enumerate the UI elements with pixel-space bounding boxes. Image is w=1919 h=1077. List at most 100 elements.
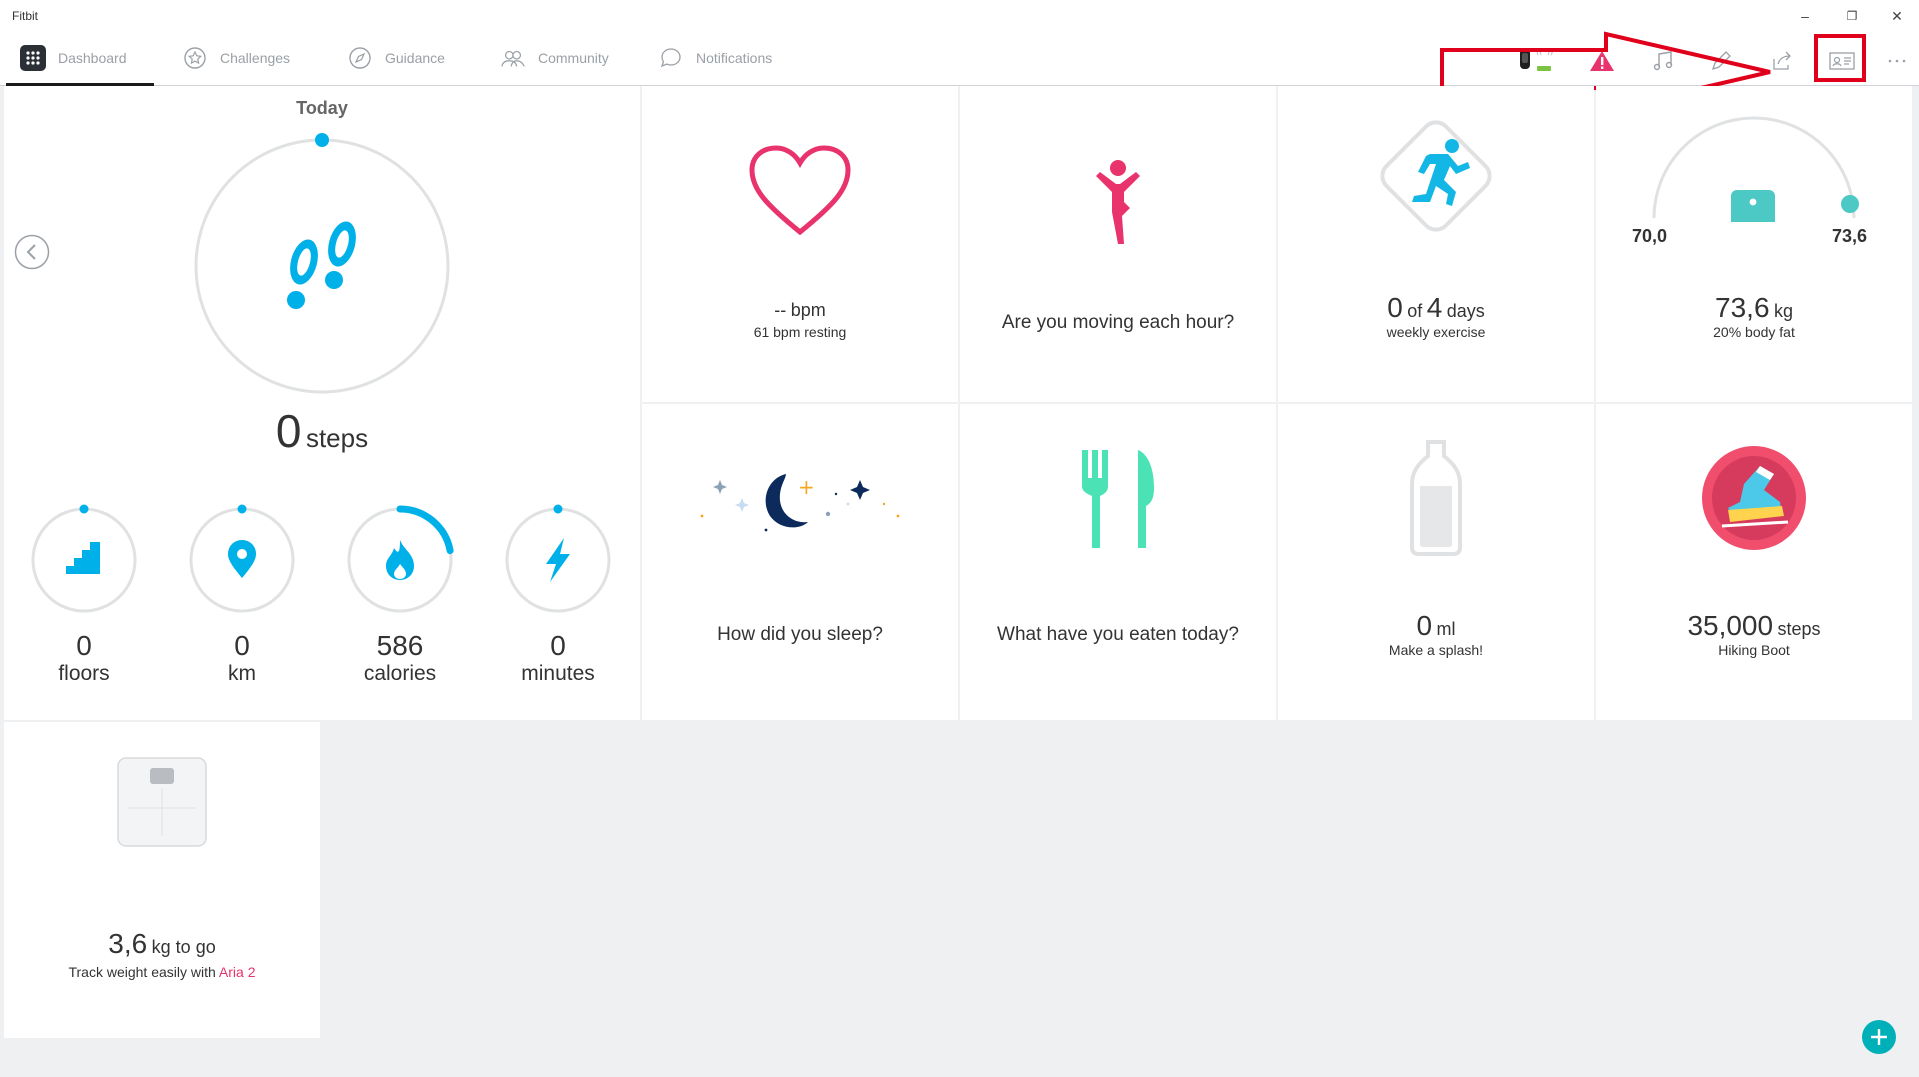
water-label: Make a splash! bbox=[1388, 642, 1484, 658]
minimize-button[interactable]: – bbox=[1785, 4, 1825, 28]
heart-rate-unit: bpm bbox=[790, 300, 826, 320]
calories-label: calories bbox=[363, 662, 437, 685]
water-unit: ml bbox=[1436, 619, 1456, 639]
restore-button[interactable]: ❐ bbox=[1832, 4, 1872, 28]
hourly-activity-card[interactable]: Are you moving each hour? bbox=[960, 86, 1276, 402]
aria-link[interactable]: Aria 2 bbox=[219, 964, 256, 980]
floors-value: 0 bbox=[76, 630, 92, 661]
badge-card[interactable]: 35,000 steps Hiking Boot bbox=[1596, 404, 1912, 720]
plus-icon bbox=[1871, 1029, 1887, 1045]
svg-text:((•)): ((•)) bbox=[1536, 47, 1553, 56]
svg-text:+: + bbox=[798, 475, 815, 499]
water-bottle-icon bbox=[1410, 440, 1462, 556]
badge-unit: steps bbox=[1777, 619, 1821, 639]
tab-dashboard-label: Dashboard bbox=[58, 50, 127, 66]
add-tile-button[interactable] bbox=[1862, 1020, 1896, 1054]
exercise-goal: 4 bbox=[1426, 292, 1443, 323]
moon-stars-icon: + bbox=[700, 474, 900, 532]
badge-value: 35,000 bbox=[1687, 610, 1774, 641]
sleep-question: How did you sleep? bbox=[717, 624, 883, 645]
star-badge-icon bbox=[182, 45, 208, 71]
people-icon bbox=[500, 45, 526, 71]
food-question: What have you eaten today? bbox=[997, 624, 1239, 645]
fork-knife-icon bbox=[1082, 450, 1154, 548]
steps-unit: steps bbox=[305, 423, 369, 453]
aria-scale-card[interactable]: 3,6 kg to go Track weight easily with Ar… bbox=[4, 722, 320, 1038]
tab-notifications[interactable]: Notifications bbox=[658, 30, 772, 86]
alert-icon[interactable] bbox=[1585, 44, 1619, 78]
tab-dashboard[interactable]: Dashboard bbox=[6, 30, 154, 86]
weight-gauge-max: 73,6 bbox=[1832, 226, 1868, 246]
pen-icon[interactable] bbox=[1704, 44, 1738, 78]
profile-card-icon[interactable] bbox=[1825, 44, 1859, 78]
km-progress-ring[interactable] bbox=[188, 504, 296, 613]
badge-label: Hiking Boot bbox=[1718, 642, 1790, 658]
minutes-value: 0 bbox=[550, 630, 566, 661]
moving-person-icon bbox=[1096, 160, 1140, 244]
minutes-progress-ring[interactable] bbox=[504, 504, 612, 613]
exercise-of: of bbox=[1407, 301, 1423, 321]
exercise-unit: days bbox=[1446, 301, 1485, 321]
chevron-left-icon bbox=[14, 234, 50, 270]
close-button[interactable]: ✕ bbox=[1877, 4, 1917, 28]
share-icon[interactable] bbox=[1765, 44, 1799, 78]
tab-challenges[interactable]: Challenges bbox=[182, 30, 290, 86]
more-icon[interactable] bbox=[1880, 44, 1914, 78]
steps-progress-ring bbox=[194, 133, 450, 394]
exercise-label: weekly exercise bbox=[1386, 324, 1486, 340]
resting-heart-rate: 61 bpm resting bbox=[753, 324, 847, 340]
compass-icon bbox=[347, 45, 373, 71]
aria-scale-icon bbox=[117, 757, 207, 847]
weight-to-go-unit: kg to go bbox=[151, 937, 216, 957]
tab-community[interactable]: Community bbox=[500, 30, 609, 86]
tab-challenges-label: Challenges bbox=[220, 50, 291, 66]
tracker-sync-icon[interactable]: ((•)) bbox=[1512, 44, 1556, 78]
steps-card[interactable]: Today 0 steps 0 floors 0 km 586 calories… bbox=[4, 86, 640, 720]
minutes-label: minutes bbox=[521, 662, 595, 685]
calories-progress-ring[interactable] bbox=[345, 504, 455, 615]
floors-progress-ring[interactable] bbox=[30, 504, 138, 613]
music-icon[interactable] bbox=[1646, 44, 1680, 78]
tab-guidance-label: Guidance bbox=[385, 50, 445, 66]
lightning-icon bbox=[546, 538, 570, 582]
scale-icon bbox=[1731, 190, 1775, 222]
weight-unit: kg bbox=[1773, 301, 1793, 321]
food-card[interactable]: What have you eaten today? bbox=[960, 404, 1276, 720]
period-label: Today bbox=[296, 98, 348, 118]
weight-gauge bbox=[1652, 116, 1859, 222]
body-fat-label: 20% body fat bbox=[1713, 324, 1795, 340]
km-value: 0 bbox=[234, 630, 250, 661]
water-value: 0 bbox=[1416, 610, 1433, 641]
exercise-diamond-icon bbox=[1380, 120, 1492, 232]
nav-bar: Dashboard Challenges Guidance Community … bbox=[0, 30, 1919, 86]
steps-total: 0 steps bbox=[4, 404, 640, 458]
chat-bubble-icon bbox=[658, 45, 684, 71]
floors-label: floors bbox=[58, 662, 110, 685]
title-bar: Fitbit – ❐ ✕ bbox=[0, 0, 1919, 30]
heart-rate-value: -- bbox=[774, 300, 787, 320]
previous-day-button[interactable] bbox=[14, 234, 50, 270]
water-card[interactable]: 0 ml Make a splash! bbox=[1278, 404, 1594, 720]
steps-value: 0 bbox=[275, 405, 302, 457]
tab-community-label: Community bbox=[538, 50, 609, 66]
stairs-icon bbox=[66, 542, 100, 574]
hiking-boot-badge-icon bbox=[1702, 446, 1806, 550]
exercise-card[interactable]: 0 of 4 days weekly exercise bbox=[1278, 86, 1594, 402]
km-label: km bbox=[228, 662, 256, 685]
location-pin-icon bbox=[228, 540, 256, 578]
tab-notifications-label: Notifications bbox=[696, 50, 773, 66]
aria-label: Track weight easily with bbox=[68, 964, 216, 980]
app-title: Fitbit bbox=[12, 9, 39, 23]
heart-icon bbox=[749, 145, 851, 236]
hourly-question: Are you moving each hour? bbox=[1001, 312, 1235, 333]
dashboard-grid-icon bbox=[20, 45, 46, 71]
footprints-icon bbox=[287, 221, 356, 309]
heart-rate-card[interactable]: -- bpm 61 bpm resting bbox=[642, 86, 958, 402]
exercise-done: 0 bbox=[1387, 292, 1403, 323]
weight-to-go-value: 3,6 bbox=[108, 928, 148, 959]
tab-guidance[interactable]: Guidance bbox=[347, 30, 445, 86]
sleep-card[interactable]: + How did you sleep? bbox=[642, 404, 958, 720]
weight-card[interactable]: 70,0 73,6 73,6 kg 20% body fat bbox=[1596, 86, 1912, 402]
flame-icon bbox=[386, 540, 414, 580]
weight-value: 73,6 bbox=[1715, 292, 1770, 323]
